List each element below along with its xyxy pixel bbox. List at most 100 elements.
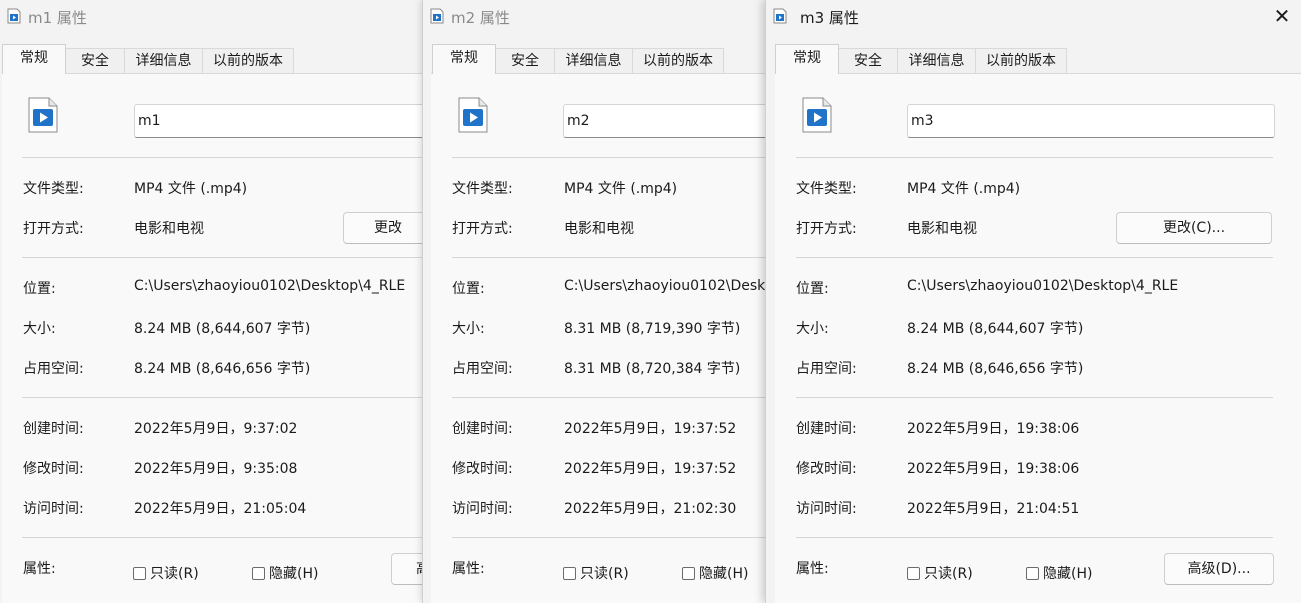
window-title: m2 属性 <box>451 9 510 27</box>
created-value: 2022年5月9日，19:37:52 <box>564 421 737 437</box>
tab-general[interactable]: 常规 <box>775 44 839 74</box>
readonly-label: 只读(R) <box>580 566 629 582</box>
file-type-value: MP4 文件 (.mp4) <box>907 181 1021 197</box>
close-icon: ✕ <box>1273 4 1291 28</box>
size-label: 大小: <box>796 321 829 337</box>
video-file-icon <box>430 8 444 24</box>
created-label: 创建时间: <box>23 421 84 437</box>
window-title: m3 属性 <box>800 9 859 27</box>
mp4-file-icon <box>802 97 832 133</box>
divider <box>452 537 773 538</box>
open-with-label: 打开方式: <box>452 221 513 237</box>
modified-label: 修改时间: <box>452 461 513 477</box>
divider <box>22 397 430 398</box>
location-label: 位置: <box>23 281 56 297</box>
hidden-checkbox[interactable]: 隐藏(H) <box>682 563 748 583</box>
tab-details[interactable]: 详细信息 <box>897 48 976 73</box>
title-bar[interactable]: m1 属性 <box>0 0 430 34</box>
size-label: 大小: <box>23 321 56 337</box>
tab-general[interactable]: 常规 <box>432 44 496 74</box>
size-value: 8.24 MB (8,644,607 字节) <box>907 321 1084 337</box>
divider <box>22 157 430 158</box>
accessed-label: 访问时间: <box>452 501 513 517</box>
created-value: 2022年5月9日，19:38:06 <box>907 421 1080 437</box>
size-on-disk-value: 8.24 MB (8,646,656 字节) <box>907 361 1084 377</box>
location-label: 位置: <box>452 281 485 297</box>
size-on-disk-label: 占用空间: <box>796 361 857 377</box>
tab-security[interactable]: 安全 <box>495 48 555 73</box>
divider <box>796 157 1273 158</box>
size-value: 8.24 MB (8,644,607 字节) <box>134 321 311 337</box>
change-button[interactable]: 更改 <box>343 212 430 244</box>
checkbox-box[interactable] <box>1026 566 1039 580</box>
open-with-value: 电影和电视 <box>134 221 204 237</box>
attributes-label: 属性: <box>796 561 829 577</box>
file-type-label: 文件类型: <box>23 181 84 197</box>
file-type-value: MP4 文件 (.mp4) <box>134 181 248 197</box>
modified-value: 2022年5月9日，19:37:52 <box>564 461 737 477</box>
divider <box>22 537 430 538</box>
checkbox-box[interactable] <box>252 566 265 580</box>
location-value: C:\Users\zhaoyiou0102\Desktop\4_RLE <box>134 278 406 294</box>
tab-details[interactable]: 详细信息 <box>554 48 633 73</box>
video-file-icon <box>773 8 787 24</box>
divider <box>452 157 773 158</box>
open-with-label: 打开方式: <box>23 221 84 237</box>
tab-details[interactable]: 详细信息 <box>124 48 203 73</box>
divider <box>452 397 773 398</box>
hidden-label: 隐藏(H) <box>1043 566 1093 582</box>
size-on-disk-value: 8.24 MB (8,646,656 字节) <box>134 361 311 377</box>
hidden-checkbox[interactable]: 隐藏(H) <box>252 563 318 583</box>
hidden-checkbox[interactable]: 隐藏(H) <box>1026 563 1092 583</box>
tab-previous-versions[interactable]: 以前的版本 <box>632 48 724 73</box>
readonly-checkbox[interactable]: 只读(R) <box>563 563 629 583</box>
title-bar[interactable]: m3 属性 ✕ <box>766 0 1301 34</box>
readonly-label: 只读(R) <box>150 566 199 582</box>
readonly-checkbox[interactable]: 只读(R) <box>907 563 973 583</box>
tab-security[interactable]: 安全 <box>65 48 125 73</box>
advanced-button[interactable]: 高级(D)... <box>1164 553 1274 585</box>
file-type-value: MP4 文件 (.mp4) <box>564 181 678 197</box>
properties-window-m1: m1 属性 常规 安全 详细信息 以前的版本 文件类型: MP4 文件 (.mp… <box>0 0 430 603</box>
tab-previous-versions[interactable]: 以前的版本 <box>202 48 294 73</box>
accessed-value: 2022年5月9日，21:04:51 <box>907 501 1080 517</box>
file-name-input[interactable] <box>907 104 1275 138</box>
tab-general[interactable]: 常规 <box>2 44 66 74</box>
title-bar[interactable]: m2 属性 <box>423 0 773 34</box>
divider <box>796 537 1273 538</box>
accessed-label: 访问时间: <box>23 501 84 517</box>
attributes-label: 属性: <box>23 561 56 577</box>
checkbox-box[interactable] <box>133 566 146 580</box>
size-on-disk-label: 占用空间: <box>23 361 84 377</box>
checkbox-box[interactable] <box>563 566 576 580</box>
file-type-label: 文件类型: <box>452 181 513 197</box>
checkbox-box[interactable] <box>907 566 920 580</box>
size-on-disk-label: 占用空间: <box>452 361 513 377</box>
video-file-icon <box>7 8 21 24</box>
accessed-label: 访问时间: <box>796 501 857 517</box>
close-button[interactable]: ✕ <box>1262 0 1301 32</box>
attributes-label: 属性: <box>452 561 485 577</box>
location-value: C:\Users\zhaoyiou0102\Desktop\4_RLE <box>907 278 1179 294</box>
location-label: 位置: <box>796 281 829 297</box>
tab-security[interactable]: 安全 <box>838 48 898 73</box>
change-button[interactable]: 更改(C)... <box>1116 212 1272 244</box>
created-value: 2022年5月9日，9:37:02 <box>134 421 298 437</box>
created-label: 创建时间: <box>796 421 857 437</box>
size-label: 大小: <box>452 321 485 337</box>
accessed-value: 2022年5月9日，21:05:04 <box>134 501 307 517</box>
checkbox-box[interactable] <box>682 566 695 580</box>
file-type-label: 文件类型: <box>796 181 857 197</box>
divider <box>22 257 430 258</box>
open-with-label: 打开方式: <box>796 221 857 237</box>
created-label: 创建时间: <box>452 421 513 437</box>
tab-previous-versions[interactable]: 以前的版本 <box>975 48 1067 73</box>
mp4-file-icon <box>458 97 488 133</box>
readonly-checkbox[interactable]: 只读(R) <box>133 563 199 583</box>
file-name-input[interactable] <box>134 104 430 138</box>
modified-label: 修改时间: <box>796 461 857 477</box>
properties-window-m2: m2 属性 常规 安全 详细信息 以前的版本 文件类型: MP4 文件 (.mp… <box>422 0 773 603</box>
readonly-label: 只读(R) <box>924 566 973 582</box>
tab-panel <box>431 73 773 603</box>
file-name-input[interactable] <box>563 104 773 138</box>
